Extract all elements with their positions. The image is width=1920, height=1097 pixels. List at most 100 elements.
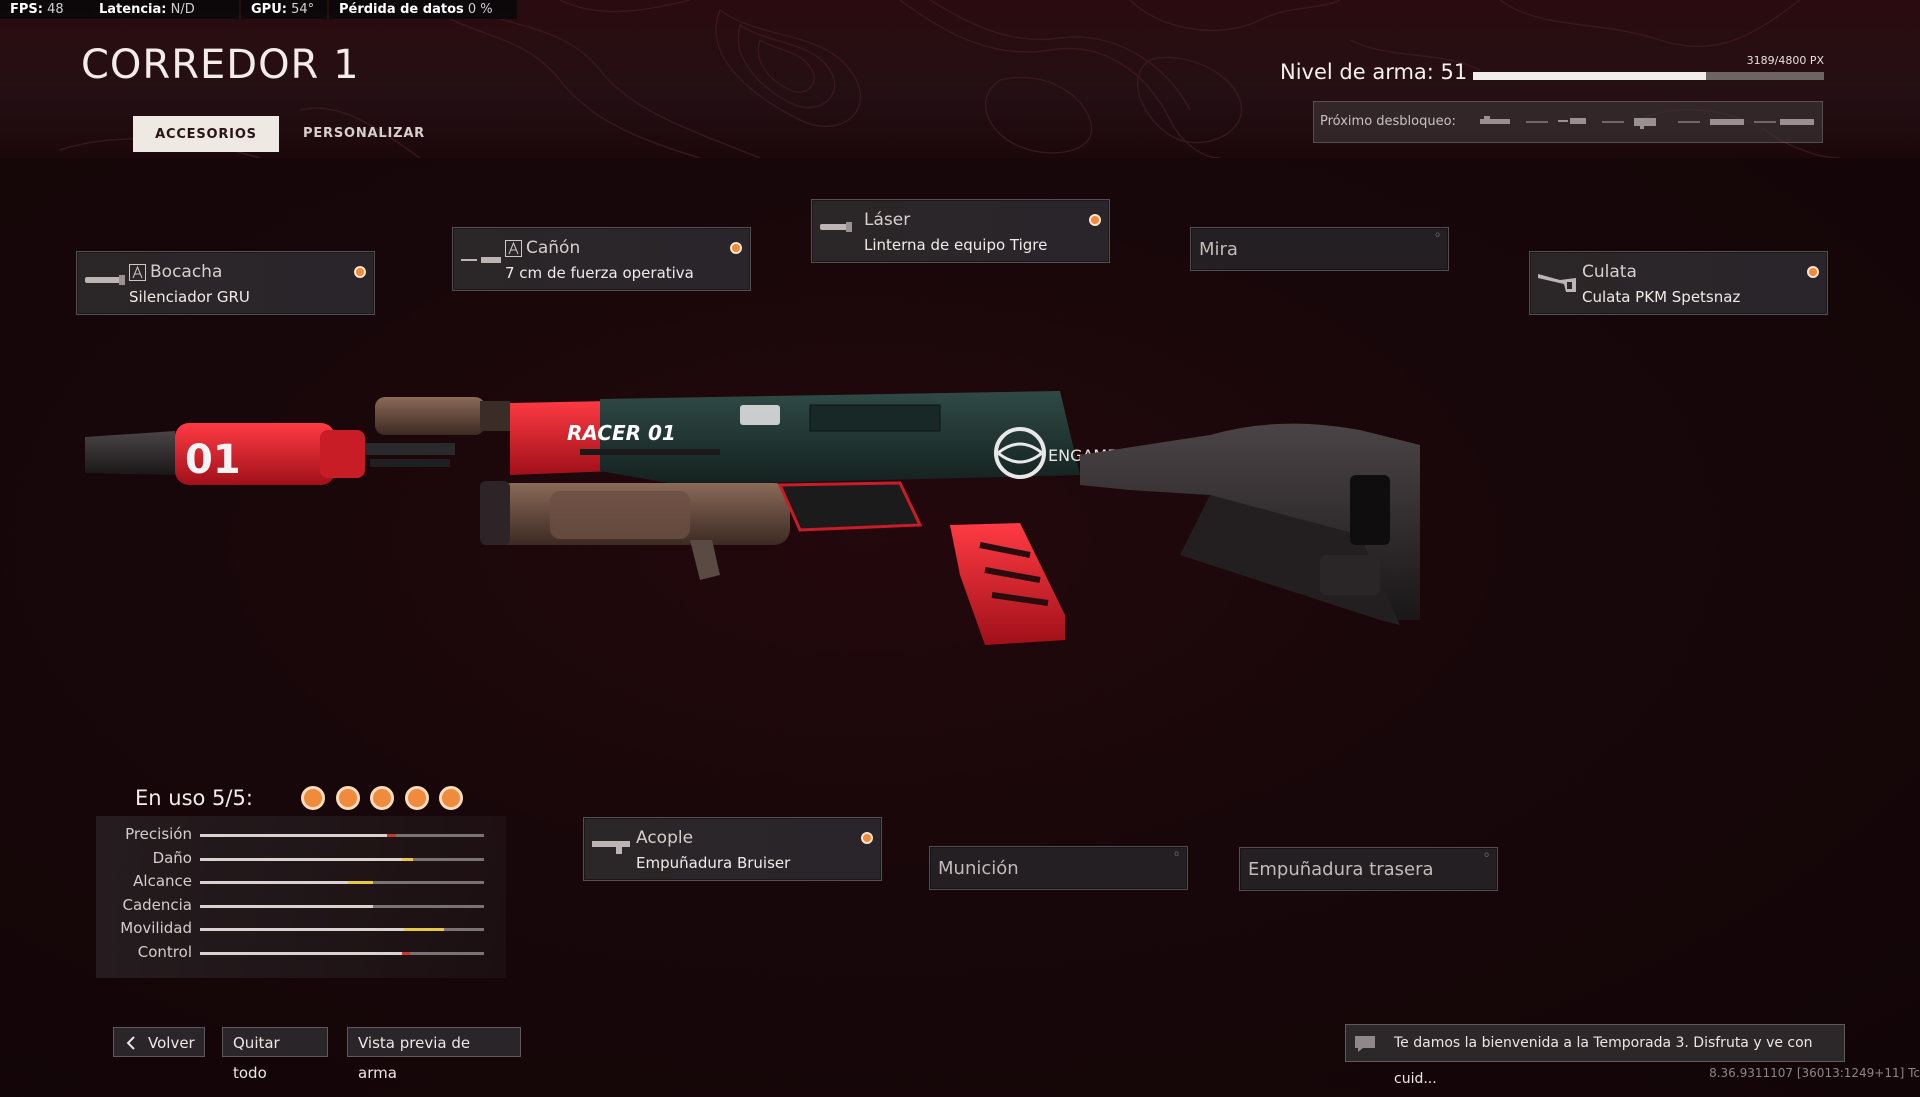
- slot-used-indicator-icon: [404, 786, 429, 810]
- slot-acople[interactable]: Acople Empuñadura Bruiser: [583, 817, 882, 881]
- stat-bar-fill: [200, 904, 374, 908]
- slot-laser[interactable]: Láser Linterna de equipo Tigre: [811, 199, 1110, 263]
- slot-culata[interactable]: Culata Culata PKM Spetsnaz: [1529, 251, 1828, 315]
- stat-bar: [200, 951, 484, 955]
- back-button-label: Volver: [148, 1034, 195, 1052]
- slot-mira-name: Mira: [1199, 239, 1238, 260]
- fps-value: 48: [47, 2, 64, 17]
- slot-mira[interactable]: o Mira: [1190, 227, 1449, 271]
- xp-progress-bar: [1473, 72, 1824, 80]
- back-button[interactable]: Volver: [113, 1027, 205, 1057]
- slot-canon[interactable]: Cañón 7 cm de fuerza operativa: [452, 227, 751, 291]
- slot-used-indicator-icon: [370, 786, 394, 810]
- weapon-preview[interactable]: 01 RACER 01 ENGAME: [80, 375, 1460, 655]
- grip-icon: [592, 841, 630, 854]
- stat-bar-fill: [200, 881, 348, 884]
- tab-accesorios[interactable]: ACCESORIOS: [133, 116, 279, 152]
- unlock-preview-icons: [1480, 116, 1814, 129]
- slot-canon-value: 7 cm de fuerza operativa: [505, 264, 694, 282]
- stat-label: Precisión: [125, 825, 192, 843]
- flashlight-icon: [820, 222, 852, 232]
- news-ticker-text: Te damos la bienvenida a la Temporada 3.…: [1394, 1035, 1813, 1087]
- stat-bar: [200, 834, 484, 837]
- slot-bocacha-value: Silenciador GRU: [129, 288, 250, 306]
- stat-bar-modifier: [401, 857, 413, 861]
- next-unlock-panel[interactable]: Próximo desbloqueo:: [1313, 101, 1823, 143]
- slot-acople-name: Acople: [636, 828, 694, 848]
- gpu-label: GPU:: [251, 2, 287, 17]
- stat-label: Daño: [152, 848, 192, 867]
- stock-icon: [1538, 274, 1576, 292]
- unlock-separator: [1678, 121, 1700, 123]
- build-version: 8.36.9311107 [36013:1249+11] Tc: [1709, 1066, 1920, 1080]
- latency-label: Latencia:: [99, 2, 167, 17]
- stat-bar-fill: [200, 928, 405, 931]
- xp-text: 3189/4800 PX: [1746, 54, 1824, 67]
- gpu-readout: GPU: 54°: [241, 0, 327, 19]
- slot-used-indicator-icon: [301, 786, 325, 810]
- unlock-item-2-icon: [1558, 120, 1568, 122]
- equipped-indicator-icon: [1807, 266, 1819, 278]
- unlock-separator: [1602, 121, 1624, 123]
- equipped-indicator-icon: [861, 832, 873, 844]
- slot-canon-name: Cañón: [526, 238, 581, 258]
- barrel-icon: [461, 257, 501, 263]
- stat-bar-fill: [200, 857, 402, 861]
- attachments-in-use-label: En uso 5/5:: [135, 786, 253, 810]
- slot-index-marker: o: [1484, 850, 1489, 859]
- stat-bar-modifier: [401, 951, 411, 955]
- news-ticker[interactable]: Te damos la bienvenida a la Temporada 3.…: [1345, 1024, 1845, 1087]
- stat-bar: [200, 904, 484, 908]
- slot-culata-value: Culata PKM Spetsnaz: [1582, 288, 1741, 306]
- chevron-left-icon: [126, 1036, 135, 1050]
- slot-laser-value: Linterna de equipo Tigre: [864, 236, 1048, 254]
- silencer-decal: 01: [185, 437, 241, 483]
- equipped-indicator-icon: [730, 242, 742, 254]
- weapon-trigger-guard: [777, 481, 923, 532]
- stat-bar-modifier: [387, 834, 396, 837]
- slot-municion[interactable]: o Munición: [929, 846, 1188, 890]
- latency-readout: Latencia: N/D: [89, 0, 239, 19]
- unlock-separator: [1754, 121, 1776, 123]
- stat-label: Alcance: [133, 872, 192, 890]
- unlock-item-4-icon: [1710, 119, 1744, 125]
- next-unlock-label: Próximo desbloqueo:: [1320, 114, 1456, 129]
- slot-index-marker: o: [1435, 230, 1440, 239]
- slot-index-marker: o: [1174, 849, 1179, 858]
- xp-progress-fill: [1473, 72, 1707, 80]
- slot-bocacha[interactable]: Bocacha Silenciador GRU: [76, 251, 375, 315]
- slot-laser-name: Láser: [864, 210, 911, 230]
- stats-panel: Precisión Daño Alcance Cadencia Movilidad Con…: [96, 816, 506, 978]
- header-banner: FPS: 48 Latencia: N/D GPU: 54° Pérdida d…: [0, 0, 1920, 158]
- unlock-item-5-icon: [1780, 119, 1814, 125]
- cog-level-icon: [505, 240, 522, 257]
- stat-bar: [200, 857, 484, 861]
- fps-label: FPS:: [10, 2, 43, 17]
- cog-level-icon: [129, 264, 146, 281]
- receiver-decal: RACER 01: [567, 421, 676, 445]
- slot-acople-value: Empuñadura Bruiser: [636, 854, 791, 872]
- stat-label: Control: [137, 942, 192, 961]
- weapon-muzzle: [85, 431, 175, 475]
- chat-bubble-icon: [1355, 1036, 1375, 1052]
- stat-bar: [200, 881, 484, 884]
- stat-label: Movilidad: [120, 919, 192, 937]
- weapon-preview-button[interactable]: Vista previa de arma: [347, 1027, 521, 1082]
- weapon-pistol-grip: [950, 523, 1065, 645]
- equipped-indicator-icon: [1089, 214, 1101, 226]
- remove-all-button[interactable]: Quitar todo: [222, 1027, 328, 1082]
- equipped-indicator-icon: [354, 266, 366, 278]
- slot-bocacha-name: Bocacha: [150, 262, 223, 282]
- tab-personalizar[interactable]: PERSONALIZAR: [303, 116, 425, 152]
- slot-empunadura-trasera[interactable]: o Empuñadura trasera: [1239, 847, 1498, 891]
- slot-used-indicator-icon: [439, 786, 463, 810]
- stat-label: Cadencia: [122, 895, 192, 914]
- slot-municion-name: Munición: [938, 858, 1019, 879]
- latency-value: N/D: [170, 2, 195, 17]
- slot-used-indicator-icon: [335, 786, 360, 810]
- stat-bar: [200, 928, 484, 931]
- gpu-value: 54°: [291, 2, 315, 17]
- weapon-flashlight: [375, 397, 485, 435]
- stat-bar-fill: [200, 834, 388, 837]
- muzzle-silencer-icon: [85, 275, 125, 285]
